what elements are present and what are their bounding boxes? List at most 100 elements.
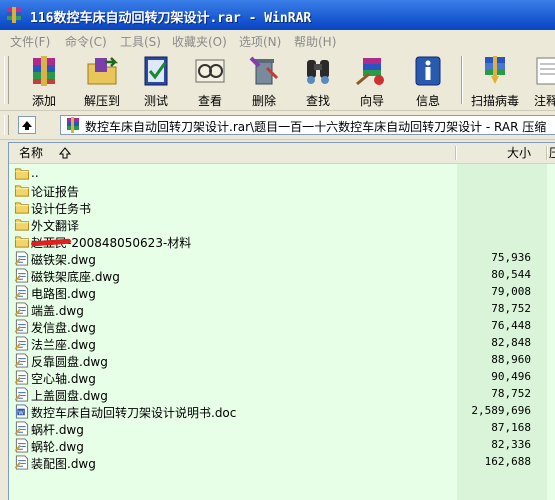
file-size: 75,936 [491, 251, 531, 264]
file-name: 数控车床自动回转刀架设计说明书.doc [31, 406, 237, 420]
info-button[interactable]: 信息 [402, 52, 454, 108]
menu-help[interactable]: 帮助(H) [294, 33, 336, 50]
file-row[interactable]: 端盖.dwg 78,752 [9, 301, 555, 318]
dwg-file-icon [14, 353, 29, 368]
delete-button[interactable]: 删除 [238, 52, 290, 108]
file-list[interactable]: 名称 大小 压缩 .. 论证报告设计任务书外文翻译赵亚民-200848050623… [8, 142, 555, 500]
toolbar-grip[interactable] [4, 56, 9, 104]
file-size: 82,336 [491, 438, 531, 451]
delete-icon [249, 56, 279, 85]
dwg-file-icon [14, 455, 29, 470]
file-row[interactable]: 外文翻译 [9, 216, 555, 233]
file-row[interactable]: 空心轴.dwg 90,496 [9, 369, 555, 386]
column-divider[interactable] [546, 146, 548, 160]
file-row[interactable]: 蜗杆.dwg 87,168 [9, 420, 555, 437]
delete-label: 删除 [251, 94, 276, 108]
find-label: 查找 [305, 94, 330, 108]
file-size: 78,752 [491, 302, 531, 315]
file-name: 发信盘.dwg [31, 321, 96, 335]
menu-file[interactable]: 文件(F) [10, 33, 50, 50]
file-name: 外文翻译 [31, 219, 80, 233]
up-arrow-icon [22, 121, 32, 130]
folder-icon [14, 202, 30, 214]
file-row[interactable]: 磁铁架.dwg 75,936 [9, 250, 555, 267]
column-name[interactable]: 名称 [19, 143, 43, 163]
menu-bar: 文件(F) 命令(C) 工具(S) 收藏夹(O) 选项(N) 帮助(H) [0, 30, 555, 51]
file-size: 90,496 [491, 370, 531, 383]
column-size[interactable]: 大小 [507, 143, 531, 163]
scan-virus-button[interactable]: 扫描病毒 [466, 52, 524, 108]
address-grip[interactable] [4, 115, 9, 135]
find-button[interactable]: 查找 [292, 52, 344, 108]
view-icon [195, 59, 225, 83]
file-row[interactable]: 论证报告 [9, 182, 555, 199]
folder-icon [14, 168, 30, 180]
file-name: .. [31, 166, 39, 180]
file-name: 设计任务书 [31, 202, 92, 216]
address-path-text: 数控车床自动回转刀架设计.rar\题目一百一十六数控车床自动回转刀架设计 - R… [85, 120, 547, 134]
up-folder-button[interactable] [18, 116, 36, 134]
window-title: 116数控车床自动回转刀架设计.rar - WinRAR [30, 11, 312, 26]
file-name: 蜗杆.dwg [31, 423, 84, 437]
file-size: 80,544 [491, 268, 531, 281]
file-row[interactable]: W 数控车床自动回转刀架设计说明书.doc 2,589,696 [9, 403, 555, 420]
file-row[interactable]: 电路图.dwg 79,008 [9, 284, 555, 301]
folder-icon [14, 185, 30, 197]
column-ratio[interactable]: 压缩 [549, 143, 555, 180]
file-size: 79,008 [491, 285, 531, 298]
comment-label: 注释 [533, 94, 555, 108]
wizard-button[interactable]: 向导 [346, 52, 398, 108]
toolbar-separator [461, 56, 463, 104]
address-bar: 数控车床自动回转刀架设计.rar\题目一百一十六数控车床自动回转刀架设计 - R… [0, 111, 555, 140]
file-name: 电路图.dwg [31, 287, 96, 301]
file-size: 88,960 [491, 353, 531, 366]
dwg-file-icon [14, 438, 29, 453]
menu-commands[interactable]: 命令(C) [65, 33, 107, 50]
file-name: 论证报告 [31, 185, 80, 199]
comment-button[interactable]: 注释 [526, 52, 555, 108]
svg-text:W: W [18, 410, 24, 416]
file-size: 78,752 [491, 387, 531, 400]
file-name: 上盖圆盘.dwg [31, 389, 108, 403]
file-row[interactable]: .. [9, 165, 555, 182]
menu-favorites[interactable]: 收藏夹(O) [172, 33, 227, 50]
rar-archive-icon [67, 117, 79, 133]
menu-options[interactable]: 选项(N) [239, 33, 281, 50]
list-header: 名称 大小 压缩 [9, 143, 555, 180]
file-name: 磁铁架底座.dwg [31, 270, 120, 284]
file-row[interactable]: 法兰座.dwg 82,848 [9, 335, 555, 352]
extract-to-label: 解压到 [83, 94, 120, 108]
word-document-icon: W [15, 404, 29, 419]
file-row[interactable]: 装配图.dwg 162,688 [9, 454, 555, 471]
file-size: 162,688 [484, 455, 531, 468]
dwg-file-icon [14, 370, 29, 385]
file-size: 2,589,696 [471, 404, 531, 417]
address-path-field[interactable]: 数控车床自动回转刀架设计.rar\题目一百一十六数控车床自动回转刀架设计 - R… [60, 115, 555, 135]
file-name: 法兰座.dwg [31, 338, 96, 352]
extract-to-button[interactable]: 解压到 [74, 52, 130, 108]
view-button[interactable]: 查看 [184, 52, 236, 108]
file-row[interactable]: 反靠圆盘.dwg 88,960 [9, 352, 555, 369]
add-button[interactable]: 添加 [14, 52, 74, 108]
file-size: 87,168 [491, 421, 531, 434]
winrar-app-icon[interactable] [5, 6, 23, 24]
view-label: 查看 [197, 94, 222, 108]
find-icon [307, 60, 329, 84]
test-button[interactable]: 测试 [130, 52, 182, 108]
dwg-file-icon [14, 285, 29, 300]
file-name: 端盖.dwg [31, 304, 84, 318]
file-row[interactable]: 磁铁架底座.dwg 80,544 [9, 267, 555, 284]
column-divider[interactable] [455, 146, 457, 160]
info-label: 信息 [415, 94, 440, 108]
file-row[interactable]: 上盖圆盘.dwg 78,752 [9, 386, 555, 403]
file-row[interactable]: 赵亚民-200848050623-材料 [9, 233, 555, 250]
dwg-file-icon [14, 268, 29, 283]
menu-tools[interactable]: 工具(S) [120, 33, 161, 50]
info-icon [415, 56, 441, 86]
scan-virus-icon [485, 56, 505, 84]
file-row[interactable]: 发信盘.dwg 76,448 [9, 318, 555, 335]
file-row[interactable]: 蜗轮.dwg 82,336 [9, 437, 555, 454]
file-row[interactable]: 设计任务书 [9, 199, 555, 216]
file-name: 空心轴.dwg [31, 372, 96, 386]
file-size: 82,848 [491, 336, 531, 349]
